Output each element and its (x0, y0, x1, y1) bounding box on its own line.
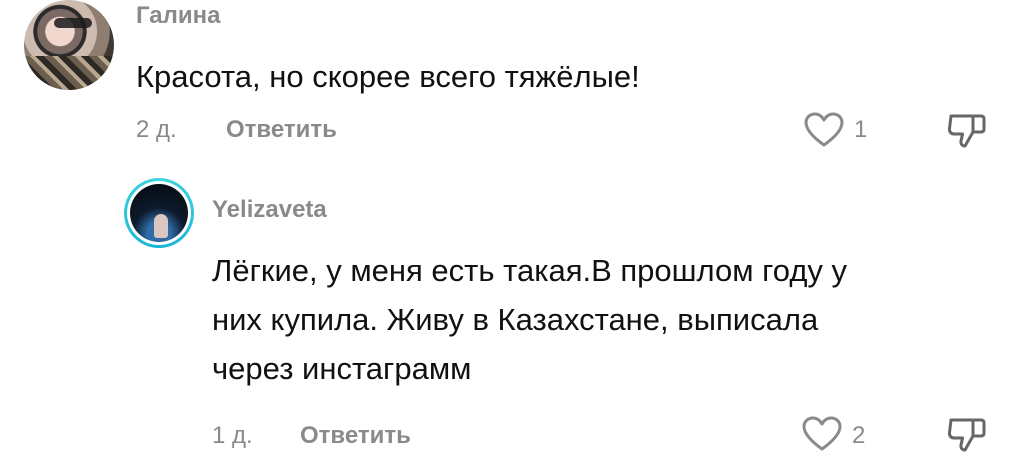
thumbs-down-icon[interactable] (945, 414, 989, 454)
avatar-ring-gap (127, 181, 191, 245)
comment-author[interactable]: Галина (136, 2, 220, 30)
comment-text: Лёгкие, у меня есть такая.В прошлом году… (212, 246, 972, 393)
avatar[interactable] (24, 0, 114, 90)
comment-text: Красота, но скорее всего тяжёлые! (136, 59, 640, 94)
heart-outline-icon[interactable] (802, 416, 842, 452)
comment-text-line: Лёгкие, у меня есть такая.В прошлом году… (212, 253, 848, 288)
comment-timestamp: 2 д. (136, 116, 177, 143)
avatar-glasses (54, 18, 92, 28)
reply-button[interactable]: Ответить (226, 116, 337, 144)
avatar-scarf (24, 56, 114, 90)
comment-text-line: через инстаграмм (212, 351, 472, 386)
avatar (130, 184, 188, 242)
avatar-story-ring[interactable] (124, 178, 194, 248)
like-count: 1 (854, 116, 868, 143)
reply-button[interactable]: Ответить (300, 422, 411, 450)
thumbs-down-icon[interactable] (945, 110, 989, 150)
avatar-figure (154, 214, 168, 238)
comment-text-line: них купила. Живу в Казахстане, выписала (212, 302, 819, 337)
heart-outline-icon[interactable] (804, 112, 844, 148)
comment-author[interactable]: Yelizaveta (212, 196, 327, 224)
like-count: 2 (852, 422, 866, 449)
comment-timestamp: 1 д. (212, 422, 253, 449)
